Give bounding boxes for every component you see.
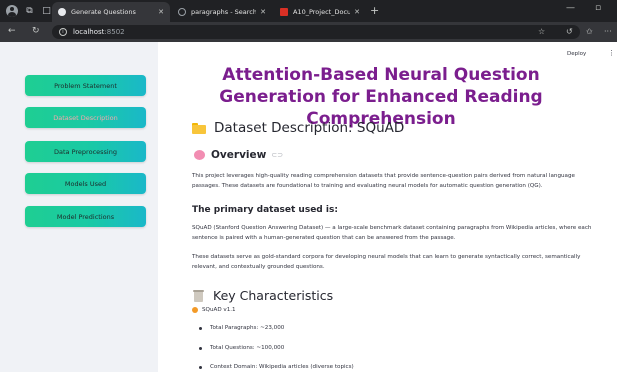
overview-paragraph: This project leverages high-quality read… <box>192 173 575 189</box>
info-icon[interactable]: i <box>59 28 67 36</box>
key-characteristics-text: Key Characteristics <box>213 288 334 303</box>
sidebar-item-label: Models Used <box>64 179 107 188</box>
sidebar-item-models-used[interactable]: Models Used <box>25 173 146 194</box>
bullet-icon <box>199 326 202 330</box>
overview-heading: Overview ⊂⊃ <box>194 149 283 161</box>
tab-title: A10_Project_Documentation(1).p <box>293 8 351 16</box>
key-characteristics-heading: Key Characteristics <box>193 288 334 303</box>
url-port: :8502 <box>104 28 125 36</box>
section-heading: Dataset Description: SQuAD <box>192 120 404 136</box>
brain-icon <box>194 150 205 160</box>
main-menu-icon[interactable]: ⋮ <box>608 49 615 57</box>
sidebar-item-data-preprocessing[interactable]: Data Preprocessing <box>25 141 146 162</box>
deploy-button[interactable]: Deploy <box>567 51 586 57</box>
folder-icon <box>192 122 206 134</box>
sidebar-item-dataset-description[interactable]: Dataset Description <box>25 107 146 128</box>
sidebar-item-label: Data Preprocessing <box>54 147 117 156</box>
favorites-icon[interactable]: ✩ <box>586 27 593 36</box>
workspaces-icon[interactable]: ⧉ <box>24 6 35 17</box>
overview-heading-text: Overview <box>211 149 267 161</box>
profile-icon[interactable] <box>6 5 18 17</box>
tab-title: paragraphs - Search <box>191 8 257 16</box>
list-item: Total Questions: ~100,000 <box>199 345 284 351</box>
minimize-icon[interactable]: — <box>566 3 575 13</box>
sidebar-item-label: Dataset Description <box>53 113 118 122</box>
window-restore-icon[interactable]: ▫ <box>595 3 601 13</box>
orange-icon <box>192 307 198 313</box>
tab-actions-icon[interactable]: □ <box>41 6 52 17</box>
tab-project-documentation[interactable]: A10_Project_Documentation(1).p ✕ <box>274 2 366 22</box>
browser-tab-bar: ⧉ □ Generate Questions ✕ paragraphs - Se… <box>0 0 617 22</box>
refresh-circle-icon[interactable]: ↺ <box>566 27 573 36</box>
sidebar: Problem Statement Dataset Description Da… <box>0 42 158 372</box>
list-item-text: Total Questions: ~100,000 <box>210 345 285 351</box>
list-item: Total Paragraphs: ~23,000 <box>199 325 284 331</box>
url-field[interactable]: i localhost:8502 <box>52 25 580 39</box>
url-host: localhost <box>73 28 105 36</box>
close-icon[interactable]: ✕ <box>260 8 266 16</box>
url-text: localhost:8502 <box>73 28 125 36</box>
close-icon[interactable]: ✕ <box>158 8 164 16</box>
squad-version: SQuAD v1.1 <box>192 307 236 313</box>
new-tab-icon[interactable]: + <box>370 4 379 17</box>
app-favicon-icon <box>58 8 66 16</box>
squad-paragraph: SQuAD (Stanford Question Answering Datas… <box>192 225 592 241</box>
primary-dataset-heading: The primary dataset used is: <box>192 205 338 215</box>
tab-generate-questions[interactable]: Generate Questions ✕ <box>52 2 170 22</box>
scroll-icon <box>193 289 204 302</box>
tab-title: Generate Questions <box>71 8 136 16</box>
browser-address-bar: ← ↻ i localhost:8502 ☆ ↺ ✩ ··· <box>0 22 617 42</box>
section-heading-text: Dataset Description: SQuAD <box>214 120 405 136</box>
anchor-link-icon[interactable]: ⊂⊃ <box>271 151 283 159</box>
gold-standard-paragraph: These datasets serve as gold-standard co… <box>192 254 581 270</box>
sidebar-item-label: Problem Statement <box>54 81 117 90</box>
sidebar-item-model-predictions[interactable]: Model Predictions <box>25 206 146 227</box>
pdf-favicon-icon <box>280 8 288 16</box>
sidebar-item-label: Model Predictions <box>56 212 115 221</box>
squad-version-text: SQuAD v1.1 <box>202 307 236 313</box>
search-favicon-icon <box>178 8 186 16</box>
back-icon[interactable]: ← <box>8 26 16 36</box>
favorite-star-icon[interactable]: ☆ <box>538 27 545 36</box>
close-icon[interactable]: ✕ <box>354 8 360 16</box>
bullet-icon <box>199 365 202 369</box>
tab-paragraphs-search[interactable]: paragraphs - Search ✕ <box>172 2 272 22</box>
list-item-text: Context Domain: Wikipedia articles (dive… <box>210 364 354 370</box>
reload-icon[interactable]: ↻ <box>32 26 40 36</box>
sidebar-item-problem-statement[interactable]: Problem Statement <box>25 75 146 96</box>
more-icon[interactable]: ··· <box>604 27 612 36</box>
list-item: Context Domain: Wikipedia articles (dive… <box>199 364 354 370</box>
list-item-text: Total Paragraphs: ~23,000 <box>210 325 285 331</box>
bullet-icon <box>199 346 202 350</box>
